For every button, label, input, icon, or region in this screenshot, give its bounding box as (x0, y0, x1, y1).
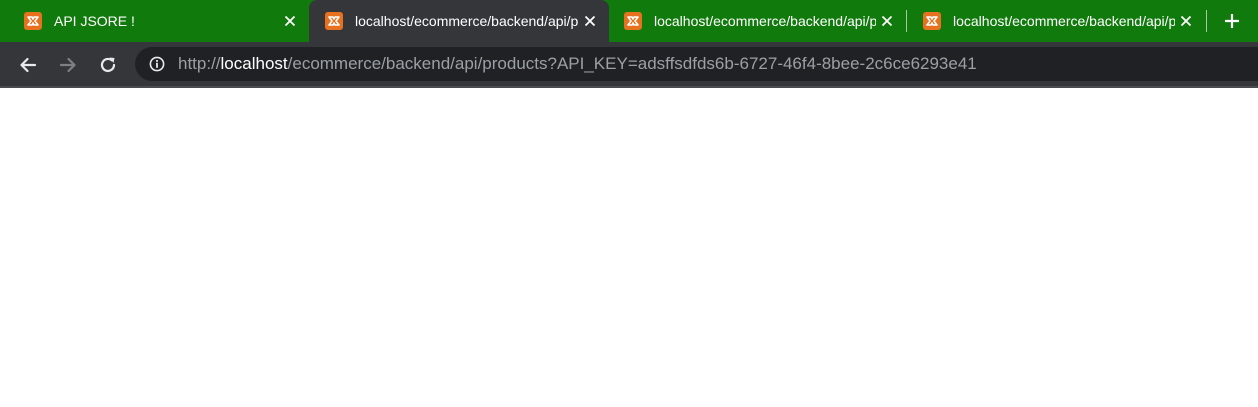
xampp-icon (624, 12, 642, 30)
close-icon[interactable] (279, 10, 301, 32)
url-text: http://localhost/ecommerce/backend/api/p… (178, 54, 977, 74)
address-bar[interactable]: http://localhost/ecommerce/backend/api/p… (135, 47, 1258, 81)
tab-products-api-key[interactable]: localhost/ecommerce/backend/api/products… (309, 0, 609, 42)
info-icon[interactable] (149, 56, 165, 72)
tab-products[interactable]: localhost/ecommerce/backend/api/products (907, 0, 1205, 42)
arrow-right-icon[interactable] (54, 51, 82, 79)
page-content (0, 88, 1258, 407)
arrow-left-icon[interactable] (14, 51, 42, 79)
xampp-icon (24, 12, 42, 30)
xampp-icon (923, 12, 941, 30)
tab-separator (1206, 10, 1207, 32)
tab-title: localhost/ecommerce/backend/api/products (953, 13, 1175, 29)
url-path: /ecommerce/backend/api/products?API_KEY=… (287, 54, 977, 73)
url-host: localhost (220, 54, 288, 73)
close-icon[interactable] (1175, 10, 1197, 32)
tab-strip: API JSORE ! localhost/ecommerce/backend/… (0, 0, 1258, 42)
tab-title: API JSORE ! (54, 13, 135, 29)
close-icon[interactable] (579, 10, 601, 32)
tab-api-jsore[interactable]: API JSORE ! (8, 0, 309, 42)
plus-icon[interactable] (1218, 9, 1246, 33)
tab-title: localhost/ecommerce/backend/api/products… (355, 13, 579, 29)
tab-products[interactable]: localhost/ecommerce/backend/api/products (608, 0, 906, 42)
reload-icon[interactable] (94, 51, 122, 79)
browser-toolbar: http://localhost/ecommerce/backend/api/p… (0, 42, 1258, 88)
xampp-icon (325, 12, 343, 30)
tab-title: localhost/ecommerce/backend/api/products (654, 13, 876, 29)
close-icon[interactable] (876, 10, 898, 32)
url-scheme: http:// (178, 54, 221, 73)
